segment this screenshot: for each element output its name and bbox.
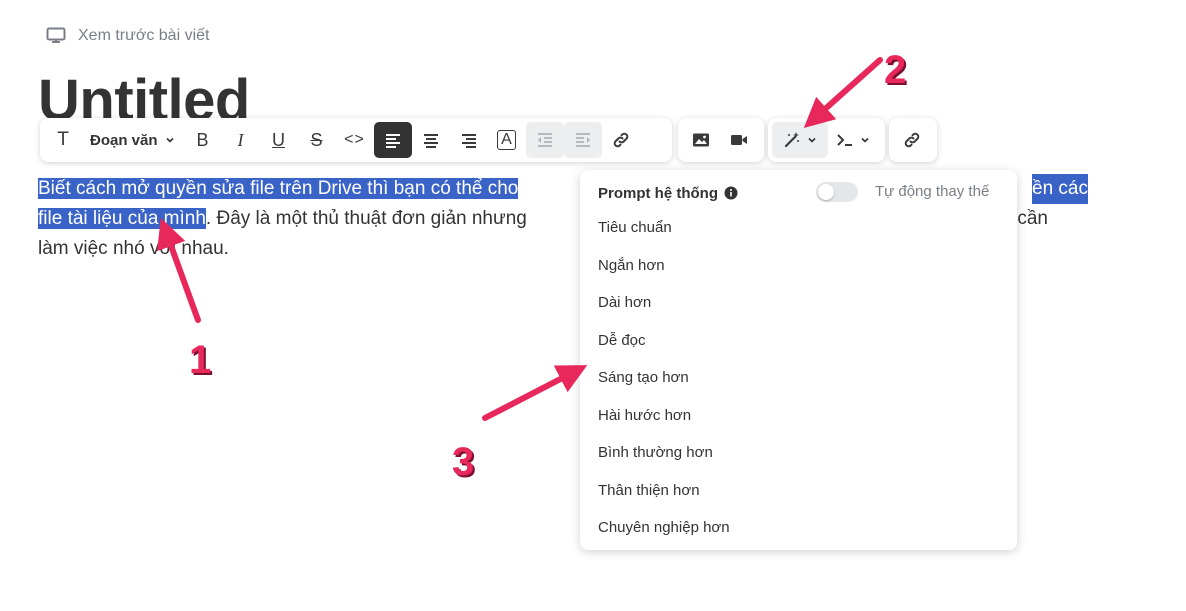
terminal-icon xyxy=(837,134,852,146)
selected-text-1-end: ền các xyxy=(1032,174,1088,204)
link-button[interactable] xyxy=(602,122,640,158)
font-color-button[interactable]: A xyxy=(488,122,526,158)
body-text-2: . Đây là một thủ thuật đơn giản nhưng xyxy=(205,208,527,229)
bold-button[interactable]: B xyxy=(184,122,222,158)
chevron-down-icon xyxy=(165,137,174,143)
indent-icon xyxy=(575,133,590,147)
align-center-icon xyxy=(423,134,438,148)
auto-replace-toggle[interactable] xyxy=(816,182,858,202)
text-style-button[interactable]: T xyxy=(44,122,82,158)
preview-label: Xem trước bài viết xyxy=(78,27,210,44)
menu-item-readable[interactable]: Dễ đọc xyxy=(598,332,646,349)
strikethrough-button[interactable]: S xyxy=(298,122,336,158)
menu-item-funny[interactable]: Hài hước hơn xyxy=(598,407,691,424)
outdent-button[interactable] xyxy=(525,122,564,158)
monitor-icon xyxy=(46,27,66,43)
strikethrough-icon: S xyxy=(310,129,323,150)
info-icon[interactable] xyxy=(724,186,738,200)
menu-item-casual[interactable]: Bình thường hơn xyxy=(598,444,713,461)
chevron-down-icon xyxy=(808,137,816,143)
link-icon xyxy=(904,132,920,148)
menu-item-friendly[interactable]: Thân thiện hơn xyxy=(598,482,700,499)
menu-item-standard[interactable]: Tiêu chuẩn xyxy=(598,219,672,236)
selected-text-1: Biết cách mở quyền sửa file trên Drive t… xyxy=(38,178,519,199)
ai-magic-button[interactable] xyxy=(772,122,828,158)
paragraph-style-select[interactable]: Đoạn văn xyxy=(82,122,184,158)
format-toolbar: T Đoạn văn B I U S <> A xyxy=(40,118,672,162)
link-toolbar xyxy=(889,118,937,162)
text-style-icon: T xyxy=(57,129,69,150)
ai-menu-header: Prompt hệ thống Tự động thay thế xyxy=(598,182,999,204)
code-button[interactable]: <> xyxy=(336,122,374,158)
menu-item-shorter[interactable]: Ngắn hơn xyxy=(598,257,665,274)
underline-icon: U xyxy=(272,129,286,150)
underline-button[interactable]: U xyxy=(260,122,298,158)
annotation-number-1: 1 xyxy=(189,338,212,382)
paragraph-label: Đoạn văn xyxy=(90,131,158,149)
align-right-icon xyxy=(461,134,476,148)
ai-toolbar xyxy=(768,118,885,162)
magic-wand-icon xyxy=(784,132,799,148)
bold-icon: B xyxy=(196,129,209,150)
align-left-icon xyxy=(385,134,400,148)
system-prompt-label: Prompt hệ thống xyxy=(598,184,718,202)
font-color-icon: A xyxy=(497,130,516,150)
align-center-button[interactable] xyxy=(412,122,450,158)
align-right-button[interactable] xyxy=(450,122,488,158)
arrow-2 xyxy=(803,57,883,128)
link-icon xyxy=(613,132,628,148)
selected-text-2: file tài liệu của mình xyxy=(38,208,206,229)
outdent-icon xyxy=(537,133,552,147)
annotation-number-3: 3 xyxy=(452,440,475,484)
italic-button[interactable]: I xyxy=(222,122,260,158)
menu-item-longer[interactable]: Dài hơn xyxy=(598,294,651,311)
arrow-3 xyxy=(482,365,588,421)
video-button[interactable] xyxy=(720,122,758,158)
ai-prompt-menu: Prompt hệ thống Tự động thay thế Tiêu ch… xyxy=(580,170,1017,550)
video-camera-icon xyxy=(731,135,747,145)
indent-button[interactable] xyxy=(563,122,602,158)
command-button[interactable] xyxy=(828,122,878,158)
toggle-knob xyxy=(818,184,834,200)
annotation-number-2: 2 xyxy=(884,48,907,92)
image-button[interactable] xyxy=(682,122,720,158)
menu-item-creative[interactable]: Sáng tạo hơn xyxy=(598,369,689,386)
image-icon xyxy=(693,133,709,147)
insert-link-button[interactable] xyxy=(893,122,931,158)
chevron-down-icon xyxy=(861,137,869,143)
menu-item-professional[interactable]: Chuyên nghiệp hơn xyxy=(598,519,730,536)
italic-icon: I xyxy=(237,129,244,150)
align-left-button[interactable] xyxy=(373,122,412,158)
media-toolbar xyxy=(678,118,764,162)
auto-replace-label: Tự động thay thế xyxy=(875,183,990,200)
preview-post-link[interactable]: Xem trước bài viết xyxy=(46,26,209,46)
code-icon: <> xyxy=(344,131,365,148)
